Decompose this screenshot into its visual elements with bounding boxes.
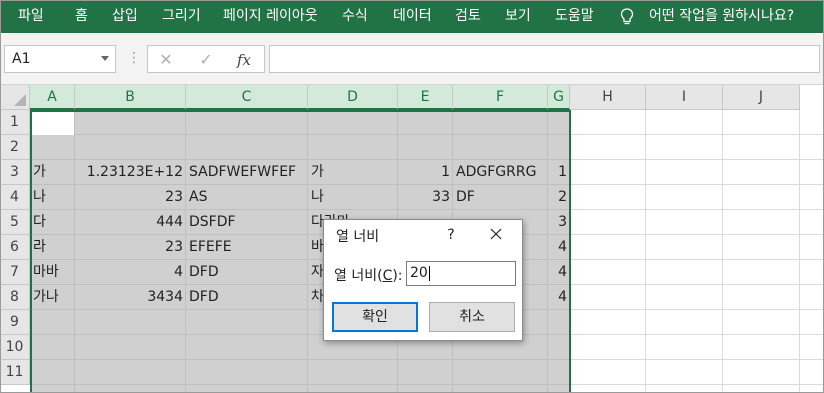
cancel-button[interactable]: 취소 <box>429 302 515 332</box>
column-width-label-end: ): <box>392 268 403 284</box>
column-header-a[interactable]: A <box>30 85 75 110</box>
select-all-triangle-icon <box>14 94 26 106</box>
ok-button[interactable]: 확인 <box>332 302 418 332</box>
chevron-down-icon[interactable] <box>101 56 109 61</box>
tab-page-layout[interactable]: 페이지 레이아웃 <box>223 0 318 33</box>
gridline-horizontal <box>570 184 824 185</box>
column-width-label-text: 열 너비( <box>334 268 383 284</box>
tab-home[interactable]: 홈 <box>75 0 88 33</box>
row-header-9[interactable]: 9 <box>0 310 30 335</box>
name-box[interactable]: A1 <box>4 45 116 73</box>
name-box-value: A1 <box>12 51 31 67</box>
ribbon-tab-bar: 파일 홈 삽입 그리기 페이지 레이아웃 수식 데이터 검토 보기 도움말 어떤… <box>0 0 824 33</box>
column-header-c[interactable]: C <box>186 85 308 110</box>
vertical-dots-icon[interactable]: ⋮ <box>127 49 141 67</box>
tab-view[interactable]: 보기 <box>505 0 531 33</box>
gridline-horizontal <box>570 209 824 210</box>
row-header-11[interactable]: 11 <box>0 360 30 385</box>
column-width-input[interactable]: 20 <box>406 261 516 286</box>
checkmark-icon[interactable]: ✓ <box>194 49 218 71</box>
row-header-2[interactable]: 2 <box>0 135 30 160</box>
gridline-vertical <box>645 110 646 393</box>
gridline-horizontal <box>570 159 824 160</box>
lightbulb-icon <box>620 8 634 25</box>
text-caret <box>428 265 430 281</box>
column-header-j[interactable]: J <box>723 85 800 110</box>
tab-formulas[interactable]: 수식 <box>342 0 368 33</box>
column-header-b[interactable]: B <box>75 85 186 110</box>
column-header-i[interactable]: I <box>646 85 723 110</box>
gridline-horizontal <box>570 234 824 235</box>
row-header-4[interactable]: 4 <box>0 185 30 210</box>
tab-draw[interactable]: 그리기 <box>162 0 201 33</box>
column-header-d[interactable]: D <box>308 85 398 110</box>
gridline-horizontal <box>570 134 824 135</box>
column-header-f[interactable]: F <box>453 85 548 110</box>
gridline-horizontal <box>570 259 824 260</box>
column-width-hotkey: C <box>382 268 393 284</box>
tab-help[interactable]: 도움말 <box>555 0 594 33</box>
column-header-e[interactable]: E <box>398 85 453 110</box>
row-header-7[interactable]: 7 <box>0 260 30 285</box>
tab-insert[interactable]: 삽입 <box>112 0 138 33</box>
column-header-h[interactable]: H <box>570 85 646 110</box>
gridline-horizontal <box>570 309 824 310</box>
gridline-vertical <box>722 110 723 393</box>
formula-buttons: ✕ ✓ fx <box>147 45 265 73</box>
insert-function-icon[interactable]: fx <box>232 49 256 71</box>
column-width-label: 열 너비(C): <box>334 265 403 285</box>
gridline-horizontal <box>570 384 824 385</box>
cancel-x-icon[interactable]: ✕ <box>154 49 178 71</box>
tab-file[interactable]: 파일 <box>18 0 44 33</box>
row-header-10[interactable]: 10 <box>0 335 30 360</box>
column-width-value: 20 <box>410 265 428 281</box>
formula-bar: A1 ⋮ ✕ ✓ fx <box>0 33 824 85</box>
gridline-horizontal <box>570 359 824 360</box>
row-header-6[interactable]: 6 <box>0 235 30 260</box>
gridline-horizontal <box>570 334 824 335</box>
column-width-dialog: 열 너비 ? 열 너비(C): 20 확인 취소 <box>323 219 523 341</box>
row-header-8[interactable]: 8 <box>0 285 30 310</box>
row-header-3[interactable]: 3 <box>0 160 30 185</box>
help-button[interactable]: ? <box>441 224 461 246</box>
close-icon[interactable] <box>484 224 508 246</box>
column-header-g[interactable]: G <box>548 85 570 110</box>
row-header-1[interactable]: 1 <box>0 110 30 135</box>
gridline-horizontal <box>570 284 824 285</box>
tab-data[interactable]: 데이터 <box>393 0 432 33</box>
row-header-5[interactable]: 5 <box>0 210 30 235</box>
gridline-vertical <box>799 110 800 393</box>
formula-input[interactable] <box>269 45 820 73</box>
tell-me-search[interactable]: 어떤 작업을 원하시나요? <box>649 0 794 33</box>
tab-review[interactable]: 검토 <box>455 0 481 33</box>
select-all-button[interactable] <box>0 85 30 110</box>
dialog-title: 열 너비 <box>336 229 380 245</box>
